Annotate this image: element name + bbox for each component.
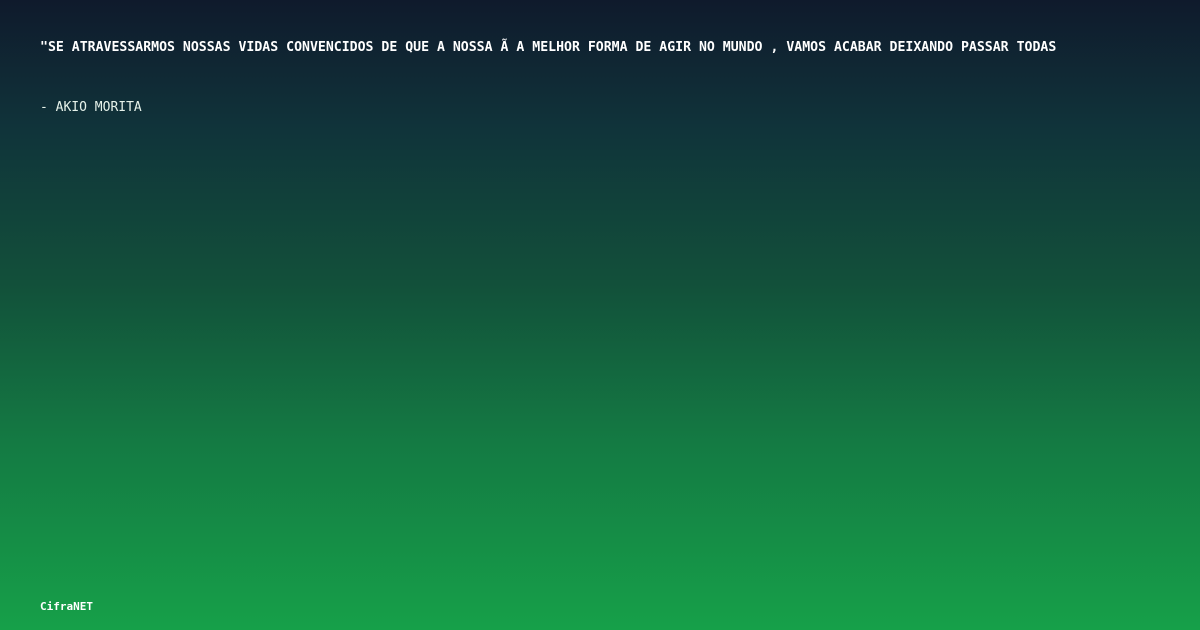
- quote-card: "SE ATRAVESSARMOS NOSSAS VIDAS CONVENCID…: [0, 0, 1200, 630]
- quote-author: - AKIO MORITA: [40, 100, 142, 115]
- quote-text: "SE ATRAVESSARMOS NOSSAS VIDAS CONVENCID…: [40, 40, 1057, 55]
- brand-logo-text: CifraNET: [40, 600, 93, 613]
